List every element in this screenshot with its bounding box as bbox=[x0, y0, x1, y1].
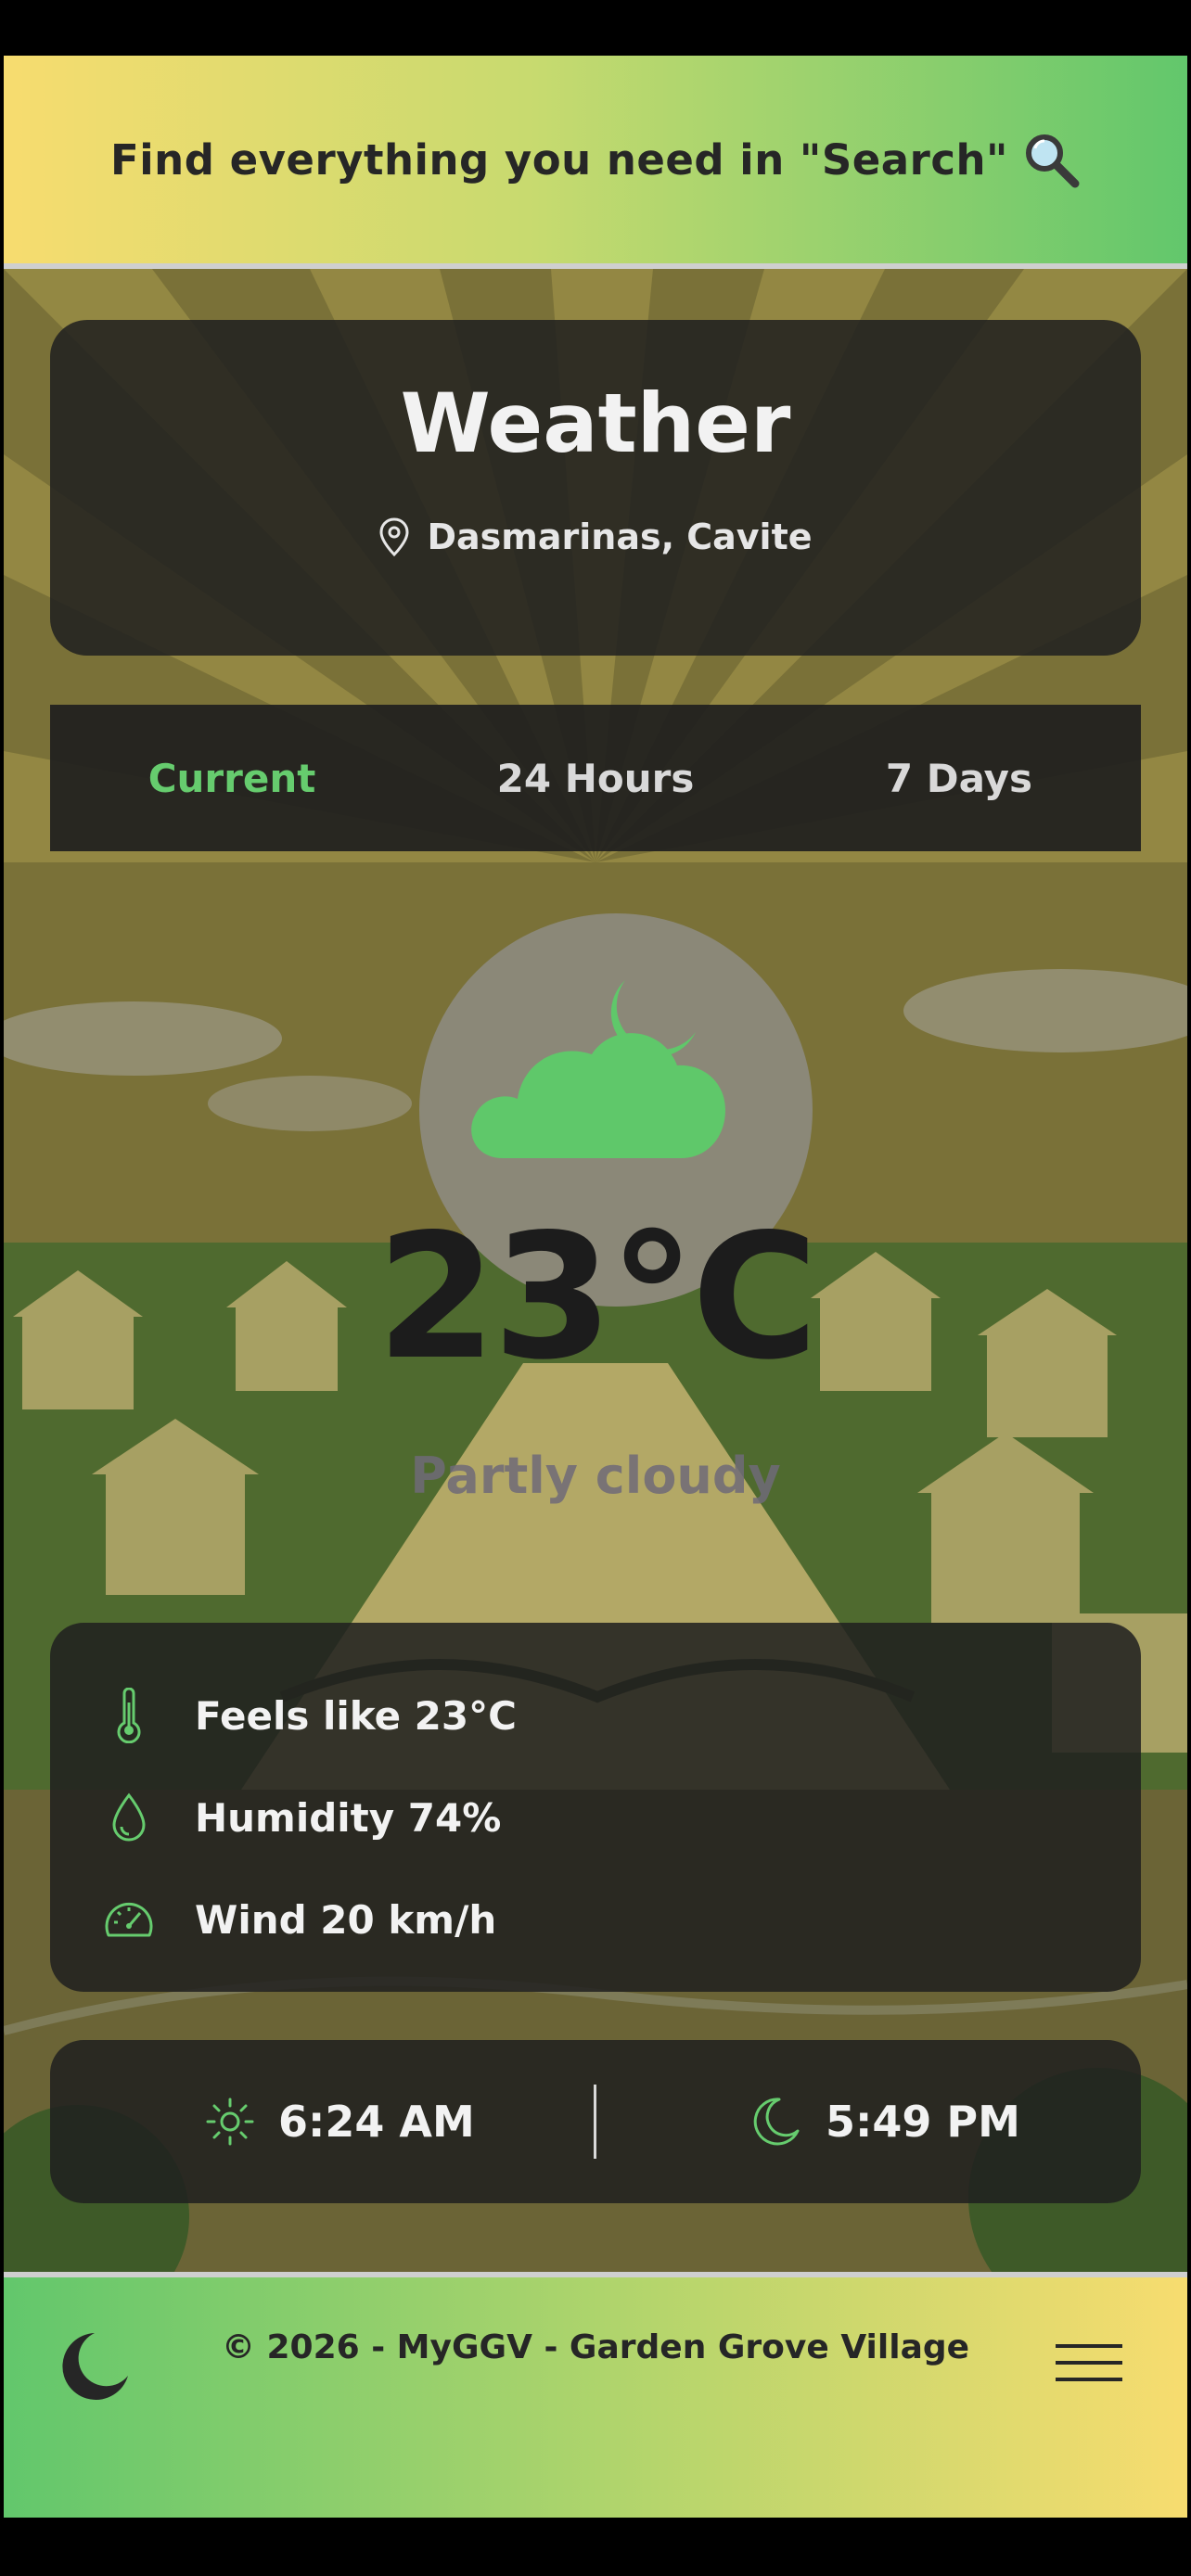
divider bbox=[594, 2085, 596, 2159]
footer: © 2026 - MyGGV - Garden Grove Village bbox=[4, 2272, 1187, 2518]
humidity-row: Humidity 74% bbox=[50, 1771, 501, 1864]
sunrise-time: 6:24 AM bbox=[278, 2097, 475, 2147]
feels-like-row: Feels like 23°C bbox=[50, 1669, 517, 1762]
sunset: 5:49 PM bbox=[748, 2040, 1020, 2203]
thermometer-icon bbox=[117, 1688, 141, 1743]
humidity-text: Humidity 74% bbox=[195, 1794, 502, 1841]
wind-row: Wind 20 km/h bbox=[50, 1873, 496, 1966]
moon-icon bbox=[753, 2098, 800, 2146]
wind-text: Wind 20 km/h bbox=[195, 1896, 497, 1943]
search-banner-text: Find everything you need in "Search" bbox=[110, 134, 1008, 185]
forecast-tabs: Current 24 Hours 7 Days bbox=[50, 705, 1141, 851]
feels-like-text: Feels like 23°C bbox=[195, 1692, 517, 1739]
magnifier-icon bbox=[1026, 134, 1080, 188]
map-pin-icon bbox=[379, 517, 409, 557]
location-text: Dasmarinas, Cavite bbox=[427, 516, 813, 557]
sunrise: 6:24 AM bbox=[204, 2040, 475, 2203]
app-screen: Find everything you need in "Search" Wea… bbox=[4, 56, 1187, 2518]
weather-details-card: Feels like 23°C Humidity 74% Wind 20 km/… bbox=[50, 1623, 1141, 1992]
tab-current[interactable]: Current bbox=[50, 705, 414, 851]
footer-copyright: © 2026 - MyGGV - Garden Grove Village bbox=[221, 2327, 970, 2366]
location: Dasmarinas, Cavite bbox=[50, 516, 1141, 557]
sunset-time: 5:49 PM bbox=[826, 2097, 1020, 2147]
weather-header-card: Weather Dasmarinas, Cavite bbox=[50, 320, 1141, 656]
search-banner[interactable]: Find everything you need in "Search" bbox=[4, 56, 1187, 269]
sunrise-sunset-card: 6:24 AM 5:49 PM bbox=[50, 2040, 1141, 2203]
tab-7-days[interactable]: 7 Days bbox=[777, 705, 1141, 851]
tab-24-hours[interactable]: 24 Hours bbox=[414, 705, 777, 851]
droplet-icon bbox=[112, 1792, 146, 1842]
current-condition: Partly cloudy bbox=[410, 1447, 781, 1505]
speedometer-icon bbox=[105, 1902, 153, 1937]
hamburger-menu-icon[interactable] bbox=[1052, 2335, 1126, 2391]
current-temperature: 23°C bbox=[376, 1196, 818, 1397]
sun-icon bbox=[206, 2098, 254, 2146]
page-title: Weather bbox=[400, 376, 791, 471]
